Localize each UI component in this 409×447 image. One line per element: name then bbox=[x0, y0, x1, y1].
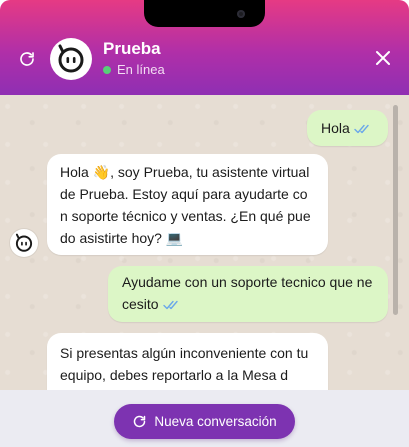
bot-logo-icon bbox=[58, 44, 84, 73]
status-text: En línea bbox=[117, 62, 165, 77]
user-message: Ayudame con un soporte tecnico que neces… bbox=[108, 266, 388, 322]
refresh-icon bbox=[132, 414, 147, 429]
refresh-button[interactable] bbox=[15, 47, 39, 71]
camera-dot bbox=[237, 10, 245, 18]
bot-message: Hola 👋, soy Prueba, tu asistente virtual… bbox=[47, 154, 328, 255]
bot-logo-icon bbox=[15, 233, 33, 252]
chat-widget: Prueba En línea Hola Hola 👋, soy Prueba,… bbox=[0, 0, 409, 447]
refresh-icon bbox=[20, 52, 34, 66]
message-text: Hola bbox=[321, 120, 350, 136]
bot-avatar bbox=[50, 38, 92, 80]
double-check-icon bbox=[162, 294, 181, 316]
message-text: Ayudame con un soporte tecnico que neces… bbox=[122, 274, 373, 312]
message-text: Hola 👋, soy Prueba, tu asistente virtual… bbox=[60, 164, 311, 246]
message-text: Si presentas algún inconveniente con tu … bbox=[60, 345, 309, 383]
scrollbar-thumb[interactable] bbox=[393, 105, 398, 315]
bot-name: Prueba bbox=[103, 39, 161, 58]
device-notch bbox=[144, 0, 265, 27]
new-conversation-label: Nueva conversación bbox=[154, 414, 277, 429]
double-check-icon bbox=[354, 118, 372, 140]
close-button[interactable] bbox=[371, 46, 395, 70]
bot-message-avatar bbox=[10, 229, 38, 257]
message-list[interactable]: Hola Hola 👋, soy Prueba, tu asistente vi… bbox=[0, 95, 409, 390]
user-message: Hola bbox=[307, 110, 388, 146]
online-status: En línea bbox=[103, 62, 165, 77]
chat-header: Prueba En línea bbox=[0, 0, 409, 95]
bot-message: Si presentas algún inconveniente con tu … bbox=[47, 333, 328, 390]
close-icon bbox=[376, 51, 390, 65]
chat-footer: Nueva conversación bbox=[0, 390, 409, 447]
new-conversation-button[interactable]: Nueva conversación bbox=[114, 404, 295, 439]
online-dot bbox=[103, 65, 111, 74]
